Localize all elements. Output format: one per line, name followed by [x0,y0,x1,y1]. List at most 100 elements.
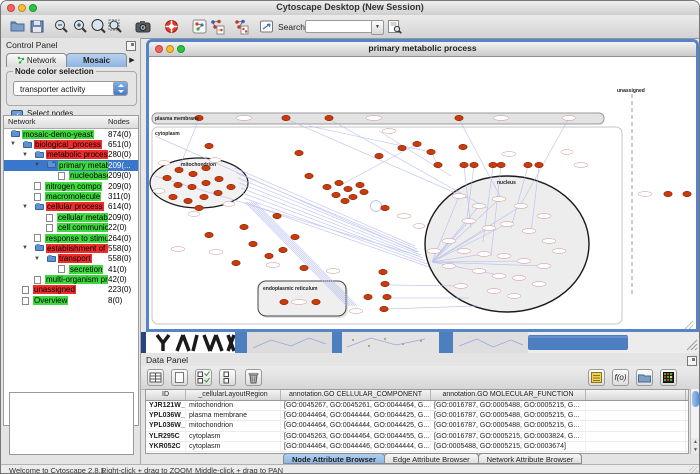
tree-row[interactable]: secretion41(0) [4,264,138,274]
network-from-selection-icon[interactable] [233,18,250,35]
tree-row-label: unassigned [33,285,76,294]
column-header[interactable]: _cellularLayoutRegion [186,390,281,400]
search-config-icon[interactable] [386,18,403,35]
expander-icon[interactable]: ▼ [22,202,28,212]
unselect-attributes-icon[interactable] [219,369,236,386]
column-header[interactable]: annotation.GO CELLULAR_COMPONENT [281,390,431,400]
table-row[interactable]: YPL036W__1mitochondrion[GO:0044464, GO:0… [146,421,688,431]
control-panel-title: Control Panel [6,40,58,50]
zoom-out-icon[interactable] [53,18,70,35]
table-row[interactable]: YKR052Ccytoplasm[GO:0044464, GO:0044446,… [146,442,688,452]
tree-row[interactable]: ▼metabolic process280(0) [4,150,138,160]
expander-icon[interactable]: ▼ [22,243,28,253]
table-cell: [GO:0005488, GO:0005215, GO:0003674] [431,442,586,451]
tree-row-label: Overview [33,296,68,305]
zoom-in-icon[interactable] [72,18,89,35]
tree-row[interactable]: nitrogen compo209(0) [4,181,138,191]
tab-edge-attribute-browser[interactable]: Edge Attribute Browser [384,453,479,464]
scrollbar-arrows[interactable]: ▲▼ [691,438,700,454]
create-attribute-icon[interactable] [171,369,188,386]
scrollbar-thumb[interactable] [692,391,699,407]
table-row[interactable]: YJR121W__1mitochondrion[GO:0045267, GO:0… [146,401,688,411]
expander-icon[interactable]: ▼ [34,254,40,264]
tab-network-attribute-browser[interactable]: Network Attribute Browser [478,453,583,464]
column-header[interactable]: ID [146,390,186,400]
tab-network[interactable]: Network [6,53,67,67]
tree-row-label: multi-organism pro [45,275,113,284]
window-title: Cytoscape Desktop (New Session) [1,2,699,12]
snapshot-icon[interactable] [135,18,152,35]
file-icon [58,265,65,273]
tree-row[interactable]: ▼establishment of lo558(0) [4,243,138,253]
window-resize-grip[interactable] [689,466,698,474]
node-color-dropdown[interactable]: transporter activity [13,81,128,96]
search-input[interactable] [305,20,373,33]
tree-row[interactable]: mosaic-demo-yeast874(0) [4,129,138,139]
tree-row[interactable]: ▼primary metabo209(... [4,160,138,170]
import-network-icon[interactable] [191,18,208,35]
column-header-filler[interactable] [586,390,686,400]
table-row[interactable]: YLR295Ccytoplasm[GO:0045263, GO:0044464,… [146,432,688,442]
tree-row-node-count: 264(0) [108,234,138,244]
delete-attribute-icon[interactable] [245,369,262,386]
table-row[interactable]: YPL036W__2plasma membrane[GO:0044464, GO… [146,411,688,421]
table-cell [586,401,686,410]
help-icon[interactable] [163,18,180,35]
tree-header[interactable]: Network Nodes [4,116,138,129]
tab-mosaic[interactable]: Mosaic [66,53,127,67]
float-panel-icon[interactable] [126,41,136,51]
tree-row[interactable]: macromolecule311(0) [4,191,138,201]
zoom-selected-icon[interactable] [90,18,107,35]
tree-row[interactable]: response to stimulu264(0) [4,233,138,243]
tree-row-node-count: 22(0) [108,223,138,233]
table-scrollbar[interactable]: ▲▼ [690,389,700,454]
table-cell: [GO:0016787, GO:0005488, GO:0005215, G..… [431,401,586,410]
attribute-list-icon[interactable] [588,369,605,386]
attribute-select-icon[interactable] [147,369,164,386]
node-color-group-label: Node color selection [13,67,96,76]
table-cell: [GO:0044464, GO:0044446, GO:0044444, G..… [281,442,431,451]
expander-icon[interactable]: ▼ [34,160,40,170]
treeview-icon[interactable] [660,369,677,386]
attribute-table[interactable]: ID_cellularLayoutRegionannotation.GO CEL… [145,389,689,454]
file-icon [34,276,41,284]
network-tab-icon [17,55,25,63]
column-header[interactable]: annotation.GO MOLECULAR_FUNCTION [431,390,586,400]
import-attributes-icon[interactable] [636,369,653,386]
tree-row[interactable]: multi-organism pro42(0) [4,274,138,284]
tree-row[interactable]: ▼cellular process614(0) [4,202,138,212]
select-attributes-icon[interactable] [195,369,212,386]
canvas-resize-grip[interactable] [685,321,693,329]
file-icon [46,224,53,232]
new-network-icon[interactable] [209,18,226,35]
open-icon[interactable] [9,18,26,35]
search-scope-button[interactable]: ▼ [371,20,384,35]
background-windows[interactable] [141,332,700,353]
tab-node-attribute-browser[interactable]: Node Attribute Browser [283,453,385,464]
birdseye-view[interactable] [9,392,134,455]
tree-row-node-count: 209(0) [108,213,138,223]
tree-row[interactable]: ▼transport558(0) [4,254,138,264]
tab-overflow-button[interactable]: ▶ [126,55,138,67]
table-cell: [GO:0016787, GO:0005215, GO:0003824, G..… [431,432,586,441]
attribute-table-header[interactable]: ID_cellularLayoutRegionannotation.GO CEL… [146,390,688,401]
tree-row[interactable]: cellular metabo209(0) [4,212,138,222]
tree-row[interactable]: nucleobase-209(0) [4,171,138,181]
tree-row[interactable]: Overview8(0) [4,295,138,305]
table-cell: mitochondrion [186,401,281,410]
expander-icon[interactable]: ▼ [10,139,16,149]
gene-nodes[interactable] [163,115,691,311]
network-canvas[interactable]: plasma membrane cytoplasm mitochondrion … [149,56,696,332]
tree-row-label: primary metabo [58,161,116,170]
tree-row[interactable]: unassigned223(0) [4,285,138,295]
folder-icon [47,256,56,262]
zoom-fit-icon[interactable] [107,18,124,35]
annotation-icon[interactable] [258,18,275,35]
expander-icon[interactable]: ▼ [22,150,28,160]
tree-row[interactable]: cell communicat22(0) [4,223,138,233]
tree-row[interactable]: ▼biological_process651(0) [4,139,138,149]
network-window-titlebar[interactable]: primary metabolic process [149,42,696,57]
float-data-panel-icon[interactable] [687,356,697,366]
function-builder-icon[interactable]: f(o) [612,369,629,386]
save-icon[interactable] [29,18,46,35]
